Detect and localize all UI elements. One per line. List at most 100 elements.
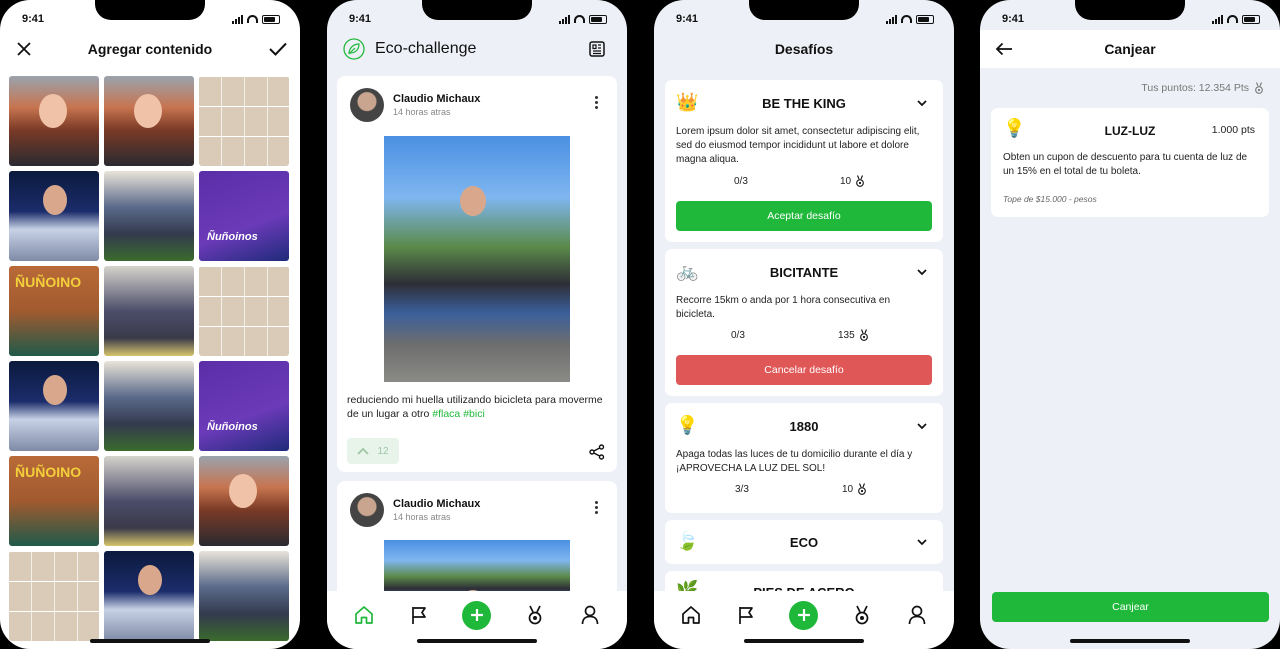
phone-add-content: 9:41 Agregar contenido — [0, 0, 300, 649]
header: Desafíos — [654, 30, 954, 68]
battery-icon — [1242, 14, 1260, 24]
media-tile[interactable] — [9, 171, 99, 261]
stage: 9:41 Agregar contenido 9:41 — [0, 0, 1280, 649]
more-options-icon[interactable] — [595, 501, 599, 514]
chevron-down-icon[interactable] — [917, 98, 927, 108]
user-icon[interactable] — [579, 604, 601, 626]
check-icon[interactable] — [268, 39, 288, 59]
flag-icon[interactable] — [735, 604, 757, 626]
add-post-button[interactable] — [462, 600, 492, 630]
challenge-title: ECO — [789, 535, 819, 550]
back-arrow-icon[interactable] — [994, 39, 1014, 59]
reward-cost: 1.000 pts — [1211, 124, 1255, 136]
post-photo — [384, 136, 570, 382]
avatar — [350, 88, 384, 122]
media-tile[interactable] — [9, 361, 99, 451]
battery-icon — [589, 14, 607, 24]
phone-challenges: 9:41 Desafíos 👑 BE THE KING Lorem ipsum … — [654, 0, 954, 649]
medal-icon[interactable] — [851, 604, 873, 626]
reward-card[interactable]: 💡 LUZ-LUZ 1.000 pts Obten un cupon de de… — [991, 108, 1269, 217]
page-title: Eco-challenge — [375, 40, 477, 57]
challenge-progress: 0/3 — [734, 176, 748, 187]
challenge-points: 10 — [842, 483, 867, 495]
media-tile[interactable] — [104, 456, 194, 546]
challenge-title: BICITANTE — [769, 265, 839, 280]
chevron-down-icon[interactable] — [917, 537, 927, 547]
medal-icon — [1255, 82, 1263, 94]
hashtag-flaca[interactable]: #flaca — [432, 408, 460, 420]
challenge-card-eco[interactable]: 🍃 ECO — [665, 520, 943, 564]
points-value: 10 — [842, 483, 854, 495]
media-tile[interactable] — [104, 76, 194, 166]
post-time: 14 horas atras — [393, 512, 451, 522]
post-time: 14 horas atras — [393, 107, 451, 117]
media-tile[interactable] — [104, 551, 194, 641]
challenge-points: 135 — [838, 329, 869, 341]
battery-icon — [916, 14, 934, 24]
notch — [1075, 0, 1185, 20]
author-name: Claudio Michaux — [393, 498, 481, 510]
news-icon[interactable] — [587, 39, 607, 59]
post-author[interactable]: Claudio Michaux 14 horas atras — [350, 493, 480, 527]
media-tile[interactable] — [199, 551, 289, 641]
cancel-challenge-button[interactable]: Cancelar desafío — [676, 355, 932, 385]
home-icon[interactable] — [680, 604, 702, 626]
signal-icon — [232, 14, 243, 24]
points-text: Tus puntos: 12.354 Pts — [1141, 82, 1249, 94]
medal-icon — [858, 483, 866, 495]
redeem-button[interactable]: Canjear — [992, 592, 1269, 622]
medal-icon — [859, 329, 868, 341]
medal-icon[interactable] — [524, 604, 546, 626]
leaf-logo-icon — [343, 38, 365, 60]
media-tile[interactable] — [199, 361, 289, 451]
upvote-button[interactable]: 12 — [347, 438, 399, 464]
close-icon[interactable] — [14, 39, 34, 59]
home-icon[interactable] — [353, 604, 375, 626]
reward-cap: Tope de $15.000 - pesos — [1003, 194, 1097, 204]
media-tile[interactable] — [199, 456, 289, 546]
battery-icon — [262, 14, 280, 24]
challenge-card-1880[interactable]: 💡 1880 Apaga todas las luces de tu domic… — [665, 403, 943, 513]
share-icon[interactable] — [589, 444, 605, 460]
hashtag-bici[interactable]: #bici — [463, 408, 485, 420]
challenge-title: 1880 — [789, 419, 819, 434]
status-time: 9:41 — [22, 13, 45, 25]
challenge-points: 10 — [840, 175, 865, 187]
challenge-card-bicitante[interactable]: 🚲 BICITANTE Recorre 15km o anda por 1 ho… — [665, 249, 943, 396]
more-options-icon[interactable] — [595, 96, 599, 109]
media-tile[interactable] — [9, 266, 99, 356]
status-icons — [559, 14, 607, 24]
header: Eco-challenge — [327, 30, 627, 68]
media-tile[interactable] — [9, 456, 99, 546]
media-tile[interactable] — [104, 171, 194, 261]
media-tile[interactable] — [199, 171, 289, 261]
status-icons — [232, 14, 280, 24]
media-tile[interactable] — [9, 551, 99, 641]
post-author[interactable]: Claudio Michaux 14 horas atras — [350, 88, 480, 122]
challenge-card-be-the-king[interactable]: 👑 BE THE KING Lorem ipsum dolor sit amet… — [665, 80, 943, 242]
wifi-icon — [574, 15, 585, 23]
status-time: 9:41 — [1002, 13, 1025, 25]
points-value: 10 — [840, 175, 852, 187]
user-icon[interactable] — [906, 604, 928, 626]
notch — [422, 0, 532, 20]
reward-description: Obten un cupon de descuento para tu cuen… — [1003, 152, 1248, 177]
wifi-icon — [247, 15, 258, 23]
points-balance: Tus puntos: 12.354 Pts — [1141, 82, 1264, 94]
post-card: Claudio Michaux 14 horas atras reduciend… — [337, 76, 617, 472]
media-tile[interactable] — [9, 76, 99, 166]
accept-challenge-button[interactable]: Aceptar desafío — [676, 201, 932, 231]
media-tile[interactable] — [104, 266, 194, 356]
media-tile[interactable] — [104, 361, 194, 451]
media-tile[interactable] — [199, 266, 289, 356]
add-post-button[interactable] — [789, 600, 819, 630]
chevron-down-icon[interactable] — [917, 267, 927, 277]
challenge-description: Apaga todas las luces de tu domicilio du… — [676, 449, 913, 474]
media-tile[interactable] — [199, 76, 289, 166]
post-caption: reduciendo mi huella utilizando biciclet… — [347, 393, 605, 421]
wifi-icon — [901, 15, 912, 23]
home-indicator — [90, 639, 210, 643]
flag-icon[interactable] — [408, 604, 430, 626]
chevron-down-icon[interactable] — [917, 421, 927, 431]
signal-icon — [559, 14, 570, 24]
